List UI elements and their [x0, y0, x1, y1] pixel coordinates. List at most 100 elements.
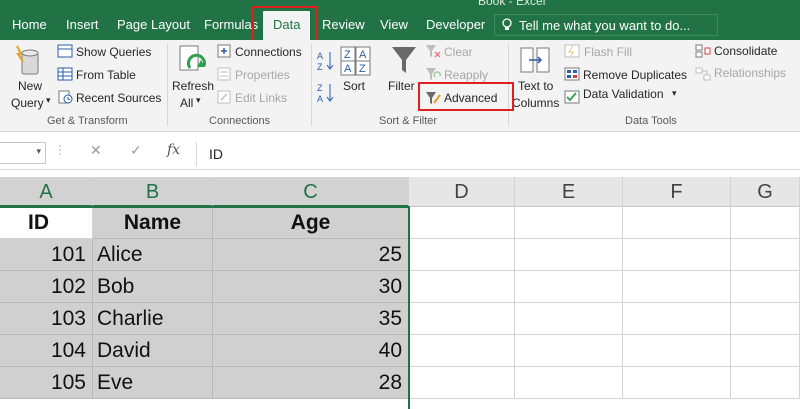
cell-id[interactable]: 103 [0, 303, 93, 335]
column-header-c[interactable]: C [213, 177, 409, 207]
tab-view[interactable]: View [378, 13, 410, 37]
tab-data[interactable]: Data [263, 11, 311, 40]
cell-b1[interactable]: Name [93, 207, 213, 239]
cell-name[interactable]: Charlie [93, 303, 213, 335]
text-to-columns-icon [520, 47, 550, 73]
group-label-connections: Connections [209, 115, 271, 127]
cell-age[interactable]: 25 [213, 239, 409, 271]
cell-f2[interactable] [623, 239, 731, 271]
worksheet-grid[interactable]: A B C D E F G ID Name Age 101 Alice 25 1… [0, 177, 800, 409]
svg-text:A: A [344, 63, 352, 75]
column-header-f[interactable]: F [623, 177, 731, 207]
cell-name[interactable]: Bob [93, 271, 213, 303]
column-header-a[interactable]: A [0, 177, 93, 207]
advanced-filter-icon [426, 92, 441, 104]
ribbon-data: New Query ▾ Show Queries From Table Rece… [0, 40, 800, 132]
cell-f3[interactable] [623, 271, 731, 303]
column-header-b[interactable]: B [93, 177, 213, 207]
cell-g3[interactable] [731, 271, 800, 303]
column-header-d[interactable]: D [409, 177, 515, 207]
group-separator [508, 44, 509, 126]
cell-e5[interactable] [515, 335, 623, 367]
text-to-columns-label-2: Columns [512, 96, 560, 110]
show-queries-icon [57, 44, 73, 58]
clear-label: Clear [444, 45, 473, 59]
group-separator [167, 44, 168, 126]
cell-g5[interactable] [731, 335, 800, 367]
cell-f4[interactable] [623, 303, 731, 335]
edit-links-label: Edit Links [235, 91, 288, 105]
reapply-label: Reapply [444, 68, 489, 82]
sort-za-icon: Z A [317, 83, 334, 104]
svg-text:Z: Z [359, 63, 366, 75]
insert-function-icon[interactable]: fx [167, 142, 180, 158]
filter-label: Filter [388, 79, 415, 93]
cell-f6[interactable] [623, 367, 731, 399]
cell-d6[interactable] [409, 367, 515, 399]
chevron-down-icon: ▾ [196, 95, 201, 105]
cell-d1[interactable] [409, 207, 515, 239]
cell-name[interactable]: David [93, 335, 213, 367]
group-label-get-transform: Get & Transform [47, 115, 128, 127]
cancel-formula-icon[interactable]: ✕ [90, 142, 102, 159]
new-query-label-1: New [18, 79, 43, 93]
consolidate-label: Consolidate [714, 44, 778, 58]
remove-duplicates-label: Remove Duplicates [583, 68, 688, 82]
properties-icon [217, 67, 231, 81]
cell-f1[interactable] [623, 207, 731, 239]
refresh-all-label-1: Refresh [172, 79, 215, 93]
flash-fill-label: Flash Fill [584, 45, 633, 59]
cell-g6[interactable] [731, 367, 800, 399]
cell-name[interactable]: Alice [93, 239, 213, 271]
name-box[interactable]: ▾ [0, 142, 46, 164]
chevron-down-icon: ▾ [672, 88, 677, 98]
tell-me-search[interactable]: Tell me what you want to do... [494, 14, 718, 36]
cell-id[interactable]: 102 [0, 271, 93, 303]
cell-c1[interactable]: Age [213, 207, 409, 239]
reapply-icon [426, 68, 441, 80]
sort-az-icon: A Z [317, 51, 334, 72]
column-header-g[interactable]: G [731, 177, 800, 207]
connections-icon [217, 44, 231, 58]
cell-g4[interactable] [731, 303, 800, 335]
cell-age[interactable]: 28 [213, 367, 409, 399]
cell-age[interactable]: 40 [213, 335, 409, 367]
cell-age[interactable]: 35 [213, 303, 409, 335]
cell-d2[interactable] [409, 239, 515, 271]
cell-name[interactable]: Eve [93, 367, 213, 399]
tab-formulas[interactable]: Formulas [202, 13, 260, 37]
cell-e6[interactable] [515, 367, 623, 399]
enter-formula-icon[interactable]: ✓ [130, 142, 142, 159]
lightbulb-icon [501, 18, 513, 32]
cell-f5[interactable] [623, 335, 731, 367]
cell-age[interactable]: 30 [213, 271, 409, 303]
ribbon-tab-bar: Book - Excel Home Insert Page Layout For… [0, 0, 800, 40]
tab-developer[interactable]: Developer [424, 13, 487, 37]
cell-d3[interactable] [409, 271, 515, 303]
grip-icon: ⋮ [54, 143, 66, 157]
cell-e2[interactable] [515, 239, 623, 271]
cell-a1[interactable]: ID [0, 207, 93, 239]
cell-e3[interactable] [515, 271, 623, 303]
tab-home[interactable]: Home [10, 13, 49, 37]
cell-g1[interactable] [731, 207, 800, 239]
cell-g2[interactable] [731, 239, 800, 271]
svg-text:Z: Z [344, 49, 351, 61]
cell-d5[interactable] [409, 335, 515, 367]
formula-input[interactable]: ID [196, 142, 800, 166]
tab-review[interactable]: Review [320, 13, 367, 37]
tab-page-layout[interactable]: Page Layout [115, 13, 192, 37]
cell-d4[interactable] [409, 303, 515, 335]
tab-insert[interactable]: Insert [64, 13, 101, 37]
cell-id[interactable]: 105 [0, 367, 93, 399]
clear-filter-icon [426, 45, 441, 58]
cell-e4[interactable] [515, 303, 623, 335]
recent-sources-label: Recent Sources [76, 91, 162, 105]
window-title: Book - Excel [478, 0, 546, 8]
chevron-down-icon: ▾ [46, 95, 51, 105]
cell-e1[interactable] [515, 207, 623, 239]
sort-label: Sort [343, 79, 366, 93]
cell-id[interactable]: 104 [0, 335, 93, 367]
cell-id[interactable]: 101 [0, 239, 93, 271]
column-header-e[interactable]: E [515, 177, 623, 207]
